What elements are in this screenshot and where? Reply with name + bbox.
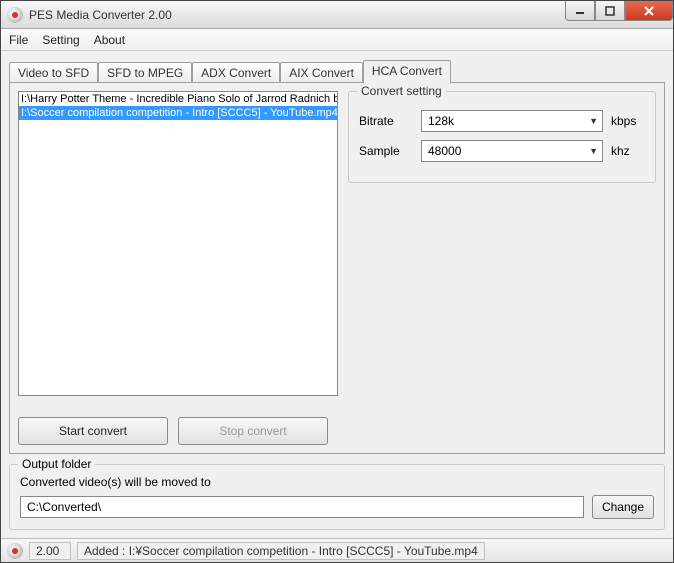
start-convert-button[interactable]: Start convert xyxy=(18,417,168,445)
close-icon xyxy=(643,5,655,17)
bitrate-row: Bitrate 128k ▼ kbps xyxy=(359,110,645,132)
bitrate-value: 128k xyxy=(428,114,454,128)
tab-hca-convert[interactable]: HCA Convert xyxy=(363,60,451,84)
change-button[interactable]: Change xyxy=(592,495,654,519)
menu-bar: File Setting About xyxy=(1,29,673,51)
button-row: Start convert Stop convert xyxy=(18,417,656,445)
tab-sfd-to-mpeg[interactable]: SFD to MPEG xyxy=(98,62,192,83)
chevron-down-icon: ▼ xyxy=(589,116,598,126)
close-button[interactable] xyxy=(625,1,673,21)
file-list[interactable]: I:\Harry Potter Theme - Incredible Piano… xyxy=(18,91,338,396)
tab-panel: I:\Harry Potter Theme - Incredible Piano… xyxy=(9,82,665,454)
sample-label: Sample xyxy=(359,144,413,158)
minimize-button[interactable] xyxy=(565,1,595,21)
stop-convert-button[interactable]: Stop convert xyxy=(178,417,328,445)
window-title: PES Media Converter 2.00 xyxy=(29,8,172,22)
window-controls xyxy=(565,1,673,21)
convert-settings-legend: Convert setting xyxy=(357,84,446,98)
output-folder-legend: Output folder xyxy=(18,457,95,471)
status-bar: 2.00 Added : I:¥Soccer compilation compe… xyxy=(1,538,673,562)
list-item[interactable]: I:\Soccer compilation competition - Intr… xyxy=(19,106,337,120)
upper-row: I:\Harry Potter Theme - Incredible Piano… xyxy=(18,91,656,407)
output-hint: Converted video(s) will be moved to xyxy=(20,475,654,489)
menu-about[interactable]: About xyxy=(94,33,125,47)
maximize-button[interactable] xyxy=(595,1,625,21)
maximize-icon xyxy=(605,6,615,16)
tab-video-to-sfd[interactable]: Video to SFD xyxy=(9,62,98,83)
output-row: C:\Converted\ Change xyxy=(20,495,654,519)
sample-row: Sample 48000 ▼ khz xyxy=(359,140,645,162)
sample-unit: khz xyxy=(611,144,645,158)
bitrate-combo[interactable]: 128k ▼ xyxy=(421,110,603,132)
chevron-down-icon: ▼ xyxy=(589,146,598,156)
title-bar: PES Media Converter 2.00 xyxy=(1,1,673,29)
menu-setting[interactable]: Setting xyxy=(42,33,79,47)
app-icon xyxy=(7,7,23,23)
bitrate-unit: kbps xyxy=(611,114,645,128)
app-window: PES Media Converter 2.00 File Setting Ab… xyxy=(0,0,674,563)
tab-adx-convert[interactable]: ADX Convert xyxy=(192,62,280,83)
client-area: Video to SFD SFD to MPEG ADX Convert AIX… xyxy=(1,51,673,538)
app-icon xyxy=(7,543,23,559)
bitrate-label: Bitrate xyxy=(359,114,413,128)
sample-combo[interactable]: 48000 ▼ xyxy=(421,140,603,162)
minimize-icon xyxy=(575,6,585,16)
tabs-row: Video to SFD SFD to MPEG ADX Convert AIX… xyxy=(9,59,665,83)
tab-aix-convert[interactable]: AIX Convert xyxy=(280,62,363,83)
sample-value: 48000 xyxy=(428,144,461,158)
status-message: Added : I:¥Soccer compilation competitio… xyxy=(77,542,485,560)
menu-file[interactable]: File xyxy=(9,33,28,47)
status-version: 2.00 xyxy=(29,542,71,560)
list-item[interactable]: I:\Harry Potter Theme - Incredible Piano… xyxy=(19,92,337,106)
output-path-input[interactable]: C:\Converted\ xyxy=(20,496,584,518)
convert-settings-group: Convert setting Bitrate 128k ▼ kbps Samp… xyxy=(348,91,656,183)
output-folder-group: Output folder Converted video(s) will be… xyxy=(9,464,665,530)
